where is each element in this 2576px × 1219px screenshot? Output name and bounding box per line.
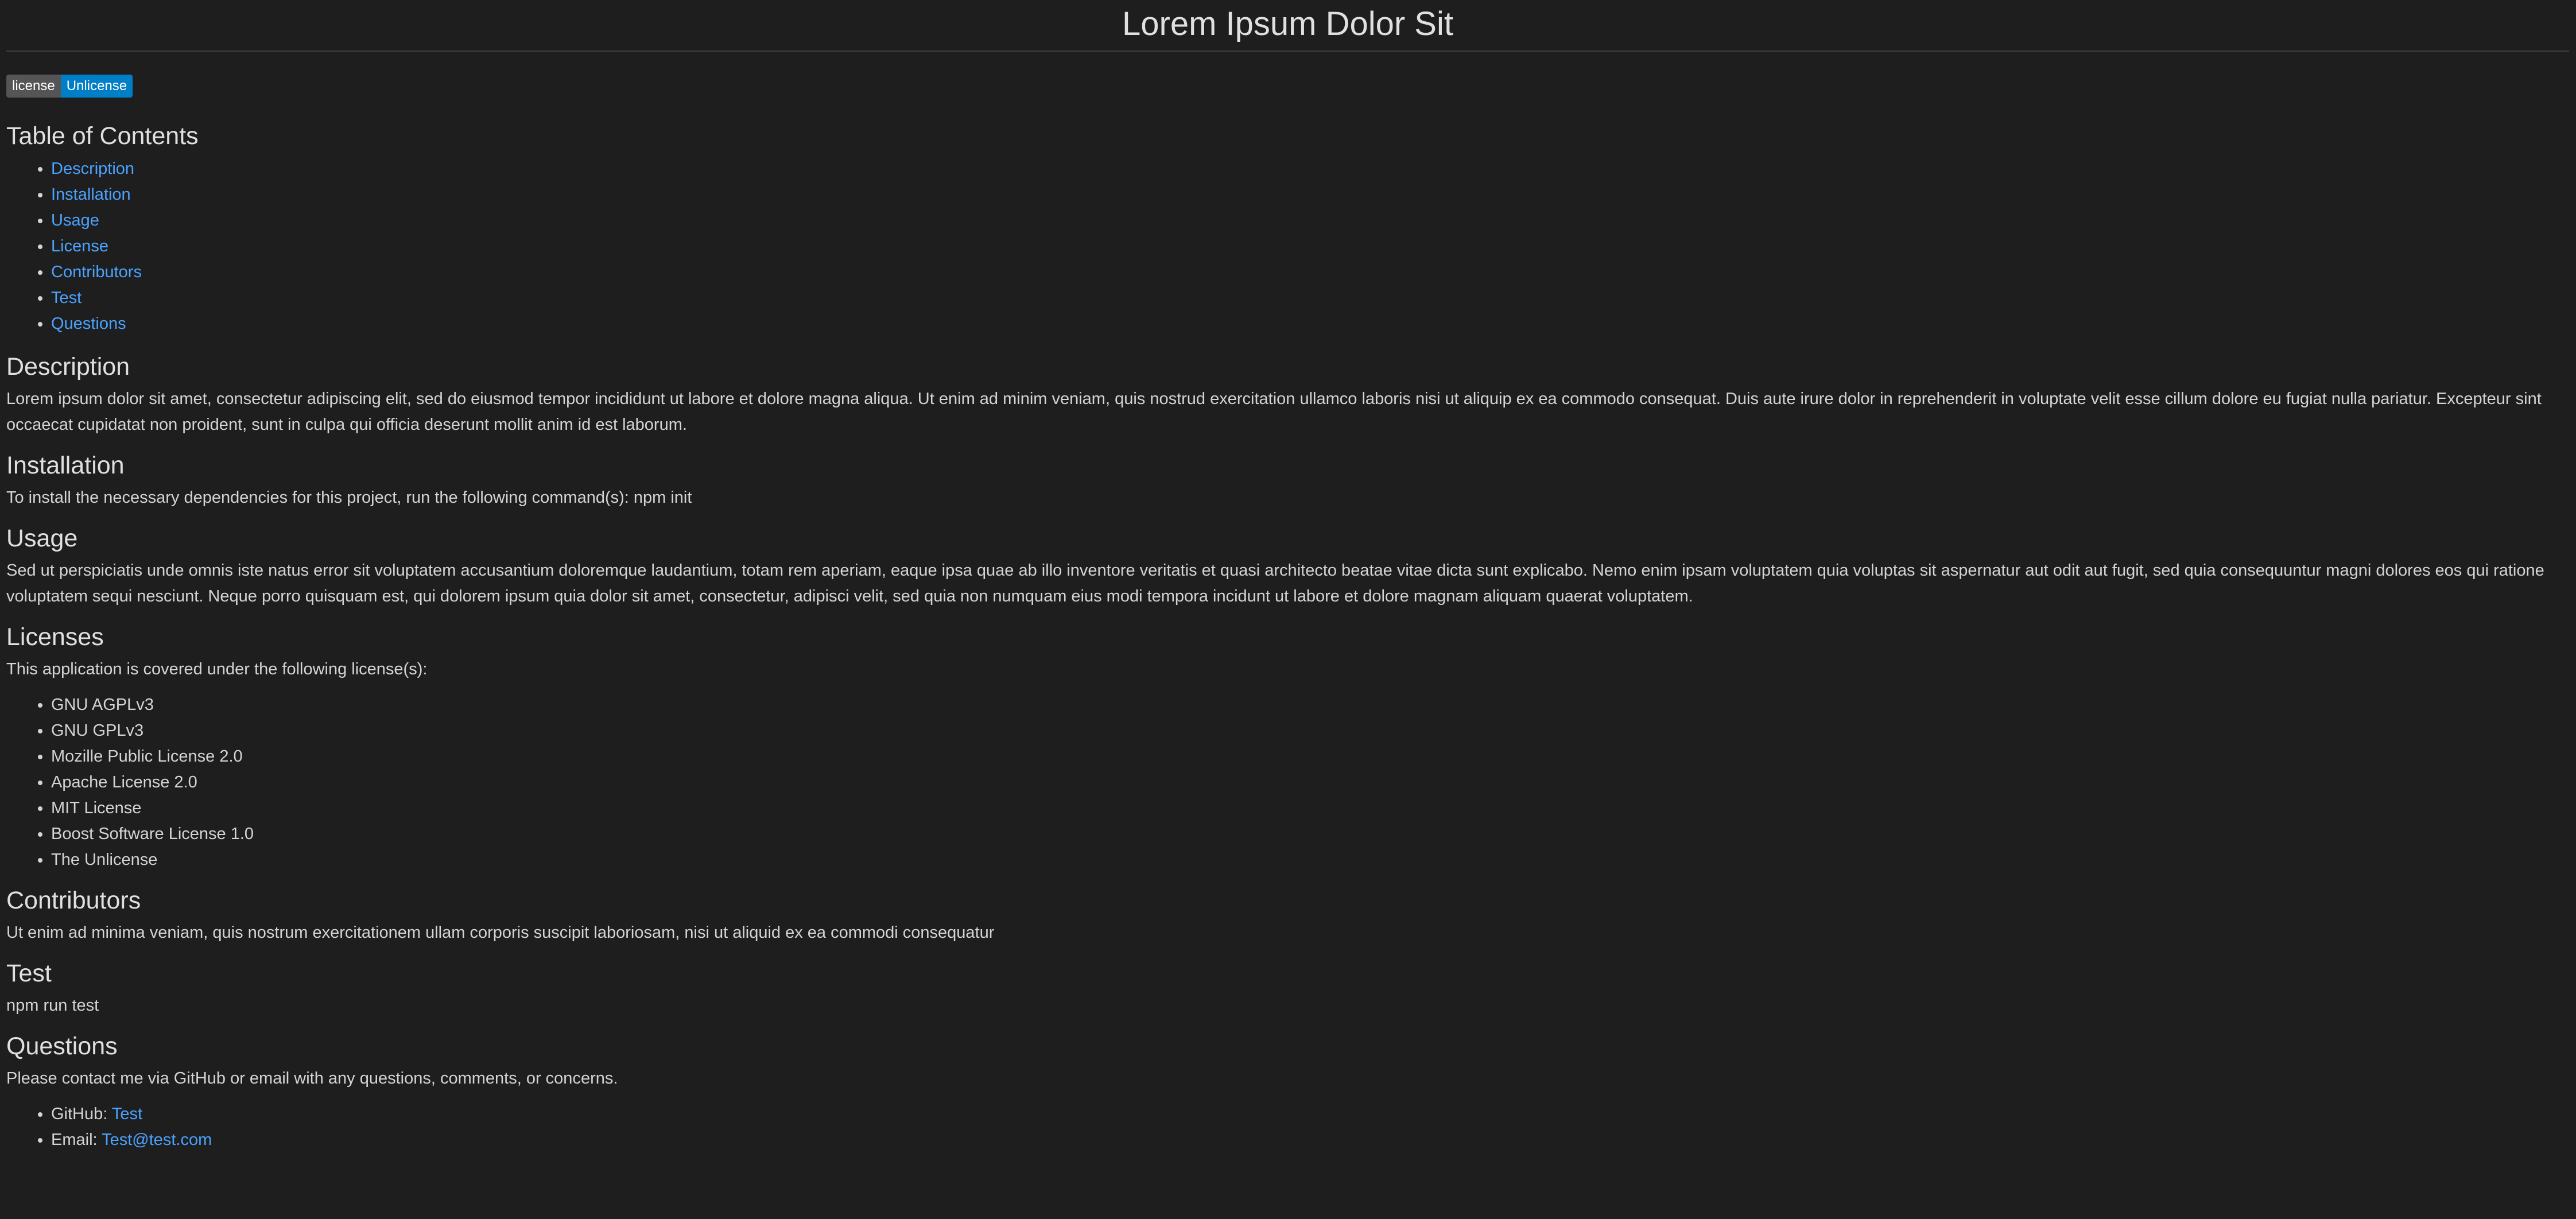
github-label: GitHub: [51, 1104, 112, 1123]
license-item: The Unlicense [51, 847, 2569, 873]
usage-text: Sed ut perspiciatis unde omnis iste natu… [6, 561, 2544, 605]
contributors-text: Ut enim ad minima veniam, quis nostrum e… [6, 923, 995, 942]
license-badge[interactable]: license Unlicense [6, 75, 133, 98]
toc-item: Questions [51, 311, 2569, 337]
licenses-heading: Licenses [6, 623, 104, 651]
contact-github: GitHub: Test [51, 1101, 2569, 1127]
email-label: Email: [51, 1130, 102, 1149]
description-text: Lorem ipsum dolor sit amet, consectetur … [6, 389, 2542, 434]
email-link[interactable]: Test@test.com [102, 1131, 212, 1149]
license-item: GNU AGPLv3 [51, 692, 2569, 718]
license-item: Boost Software License 1.0 [51, 821, 2569, 847]
toc-heading: Table of Contents [6, 122, 199, 150]
toc-link-test[interactable]: Test [51, 289, 82, 307]
toc-item: Description [51, 156, 2569, 182]
toc-item: Test [51, 285, 2569, 311]
toc-link-description[interactable]: Description [51, 160, 134, 178]
toc-link-license[interactable]: License [51, 237, 108, 255]
badge-label: license [6, 75, 61, 98]
readme-preview: Lorem Ipsum Dolor Sit license Unlicense … [0, 0, 2576, 1153]
test-heading: Test [6, 959, 52, 987]
toc-item: License [51, 234, 2569, 259]
toc-item: Installation [51, 182, 2569, 208]
licenses-list: GNU AGPLv3 GNU GPLv3 Mozille Public Lice… [6, 692, 2569, 873]
contact-email: Email: Test@test.com [51, 1127, 2569, 1153]
license-item: MIT License [51, 795, 2569, 821]
installation-text: To install the necessary dependencies fo… [6, 488, 692, 507]
toc-link-questions[interactable]: Questions [51, 315, 126, 333]
questions-intro: Please contact me via GitHub or email wi… [6, 1069, 618, 1088]
toc-link-contributors[interactable]: Contributors [51, 263, 142, 281]
contributors-heading: Contributors [6, 886, 141, 914]
github-link[interactable]: Test [112, 1105, 142, 1123]
test-text: npm run test [6, 996, 99, 1015]
contact-list: GitHub: Test Email: Test@test.com [6, 1101, 2569, 1153]
installation-heading: Installation [6, 451, 125, 479]
license-item: GNU GPLv3 [51, 718, 2569, 744]
toc-item: Contributors [51, 259, 2569, 285]
toc-link-usage[interactable]: Usage [51, 211, 99, 230]
usage-heading: Usage [6, 524, 78, 552]
description-heading: Description [6, 352, 130, 381]
toc-list: Description Installation Usage License C… [6, 156, 2569, 337]
badge-value: Unlicense [60, 75, 133, 98]
license-item: Apache License 2.0 [51, 770, 2569, 795]
questions-heading: Questions [6, 1032, 118, 1060]
license-item: Mozille Public License 2.0 [51, 744, 2569, 770]
toc-link-installation[interactable]: Installation [51, 185, 131, 204]
page-title: Lorem Ipsum Dolor Sit [6, 0, 2569, 52]
toc-item: Usage [51, 208, 2569, 234]
licenses-intro: This application is covered under the fo… [6, 659, 428, 678]
